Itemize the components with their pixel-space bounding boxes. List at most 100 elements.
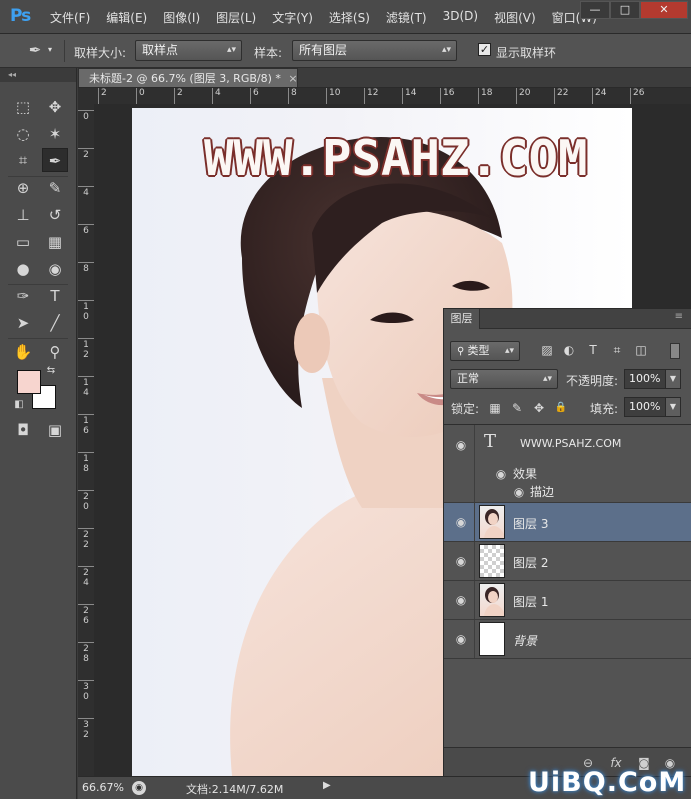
dodge-tool-icon[interactable]: ◉ [42, 257, 68, 281]
quick-mask-icon[interactable]: ◘ [10, 418, 36, 442]
eye-icon[interactable]: ◉ [494, 468, 508, 480]
type-tool-icon[interactable]: T [42, 284, 68, 308]
close-tab-icon[interactable]: × [288, 72, 297, 85]
opacity-label: 不透明度: [566, 374, 619, 388]
hand-tool-icon[interactable]: ✋ [10, 340, 36, 364]
eye-icon[interactable]: ◉ [454, 439, 468, 451]
marquee-tool-icon[interactable]: ⬚ [10, 95, 36, 119]
opacity-input[interactable]: 100% [624, 369, 666, 389]
eyedropper-tool-icon[interactable]: ✒ [42, 148, 68, 172]
zoom-tool-icon[interactable]: ⚲ [42, 340, 68, 364]
menu-filter[interactable]: 滤镜(T) [386, 9, 427, 26]
layer-name[interactable]: 图层 1 [513, 593, 548, 610]
default-colors-icon[interactable]: ◧ [12, 398, 26, 412]
tools-panel-collapse[interactable]: ◂◂ [0, 68, 76, 82]
menu-view[interactable]: 视图(V) [494, 9, 536, 26]
menu-file[interactable]: 文件(F) [50, 9, 90, 26]
eraser-tool-icon[interactable]: ▭ [10, 230, 36, 254]
layer-name[interactable]: WWW.PSAHZ.COM [520, 437, 621, 450]
layer-row-2[interactable]: ◉ 图层 2 [444, 542, 691, 581]
maximize-button[interactable]: □ [610, 1, 640, 19]
magic-wand-tool-icon[interactable]: ✶ [42, 122, 68, 146]
status-menu-arrow-icon[interactable]: ▶ [323, 780, 331, 791]
filter-pixel-icon[interactable]: ▨ [538, 341, 556, 359]
eye-icon[interactable]: ◉ [512, 486, 526, 498]
chevron-updown-icon: ▴▾ [441, 45, 451, 55]
lock-transparent-icon[interactable]: ▦ [486, 399, 504, 417]
layer-thumbnail [479, 583, 505, 617]
blur-tool-icon[interactable]: ● [10, 257, 36, 281]
lock-image-icon[interactable]: ✎ [508, 399, 526, 417]
vertical-ruler[interactable]: 0 2 4 6 8 1 0 1 2 1 4 1 6 1 8 2 0 2 2 2 … [78, 104, 94, 776]
eye-icon[interactable]: ◉ [454, 633, 468, 645]
lock-all-icon[interactable]: 🔒 [552, 399, 570, 417]
menu-layer[interactable]: 图层(L) [216, 9, 256, 26]
panel-menu-icon[interactable]: ≡ [675, 311, 683, 322]
ruler-tick: 2 [78, 148, 94, 160]
eye-icon[interactable]: ◉ [454, 594, 468, 606]
pen-tool-icon[interactable]: ✑ [10, 284, 36, 308]
effects-label: 效果 [513, 467, 538, 481]
zoom-value[interactable]: 66.67% [82, 781, 124, 794]
fill-input[interactable]: 100% [624, 397, 666, 417]
layer-row-text[interactable]: ◉ T WWW.PSAHZ.COM ◉ 效果 ◉ 描边 [444, 425, 691, 503]
horizontal-ruler[interactable]: 2 0 2 4 6 8 10 12 14 16 18 20 22 24 26 [94, 88, 691, 104]
search-icon: ⚲ [457, 346, 468, 357]
layer-name[interactable]: 背景 [513, 632, 537, 649]
foreground-color-swatch[interactable] [17, 370, 41, 394]
menu-3d[interactable]: 3D(D) [443, 9, 478, 26]
fill-dropdown-icon[interactable]: ▼ [665, 397, 681, 417]
screen-mode-icon[interactable]: ▣ [42, 418, 68, 442]
path-selection-tool-icon[interactable]: ➤ [10, 311, 36, 335]
line-tool-icon[interactable]: ╱ [42, 311, 68, 335]
healing-brush-tool-icon[interactable]: ⊕ [10, 176, 36, 200]
menu-image[interactable]: 图像(I) [163, 9, 200, 26]
lasso-tool-icon[interactable]: ◌ [10, 122, 36, 146]
minimize-button[interactable]: — [580, 1, 610, 19]
status-info-icon[interactable]: ◉ [132, 781, 146, 795]
move-tool-icon[interactable]: ✥ [42, 95, 68, 119]
document-tab[interactable]: 未标题-2 @ 66.7% (图层 3, RGB/8) * × [78, 68, 298, 88]
photoshop-logo: Ps [10, 6, 31, 26]
history-brush-tool-icon[interactable]: ↺ [42, 203, 68, 227]
gradient-tool-icon[interactable]: ▦ [42, 230, 68, 254]
ruler-tick: 24 [592, 88, 606, 104]
layer-name[interactable]: 图层 2 [513, 554, 548, 571]
opacity-dropdown-icon[interactable]: ▼ [665, 369, 681, 389]
ruler-tick: 14 [402, 88, 416, 104]
menu-type[interactable]: 文字(Y) [272, 9, 313, 26]
brush-tool-icon[interactable]: ✎ [42, 176, 68, 200]
filter-type-icon[interactable]: T [584, 341, 602, 359]
layer-name[interactable]: 图层 3 [513, 515, 548, 532]
clone-stamp-tool-icon[interactable]: ⊥ [10, 203, 36, 227]
stroke-effect-label[interactable]: 描边 [530, 483, 554, 500]
layer-row-background[interactable]: ◉ 背景 [444, 620, 691, 659]
sample-size-select[interactable]: 取样点 ▴▾ [135, 40, 242, 61]
blend-mode-select[interactable]: 正常 ▴▾ [450, 369, 558, 389]
eyedropper-preset-icon[interactable]: ✒ [22, 38, 48, 62]
preset-arrow-icon[interactable]: ▾ [48, 45, 52, 54]
menu-edit[interactable]: 编辑(E) [106, 9, 147, 26]
filter-shape-icon[interactable]: ⌗ [608, 341, 626, 359]
filter-smart-object-icon[interactable]: ◫ [632, 341, 650, 359]
filter-adjustment-icon[interactable]: ◐ [560, 341, 578, 359]
ruler-origin[interactable] [78, 88, 94, 104]
document-tab-title: 未标题-2 @ 66.7% (图层 3, RGB/8) * [89, 72, 281, 85]
visibility-column [474, 503, 475, 541]
menu-select[interactable]: 选择(S) [329, 9, 370, 26]
ruler-tick: 26 [630, 88, 644, 104]
filter-kind-select[interactable]: ⚲ 类型 ▴▾ [450, 341, 520, 361]
lock-position-icon[interactable]: ✥ [530, 399, 548, 417]
close-button[interactable]: ✕ [640, 1, 688, 19]
eye-icon[interactable]: ◉ [454, 555, 468, 567]
tab-layers[interactable]: 图层 [444, 309, 480, 329]
swap-colors-icon[interactable]: ⇆ [44, 364, 58, 378]
crop-tool-icon[interactable]: ⌗ [10, 148, 36, 172]
layer-row-3[interactable]: ◉ 图层 3 [444, 503, 691, 542]
sample-select[interactable]: 所有图层 ▴▾ [292, 40, 457, 61]
show-ring-checkbox[interactable]: ✓ [478, 43, 491, 56]
eye-icon[interactable]: ◉ [454, 516, 468, 528]
layer-list: ◉ T WWW.PSAHZ.COM ◉ 效果 ◉ 描边 ◉ 图层 3 ◉ 图层 … [444, 424, 691, 747]
layer-row-1[interactable]: ◉ 图层 1 [444, 581, 691, 620]
filter-toggle-switch[interactable] [670, 343, 680, 359]
